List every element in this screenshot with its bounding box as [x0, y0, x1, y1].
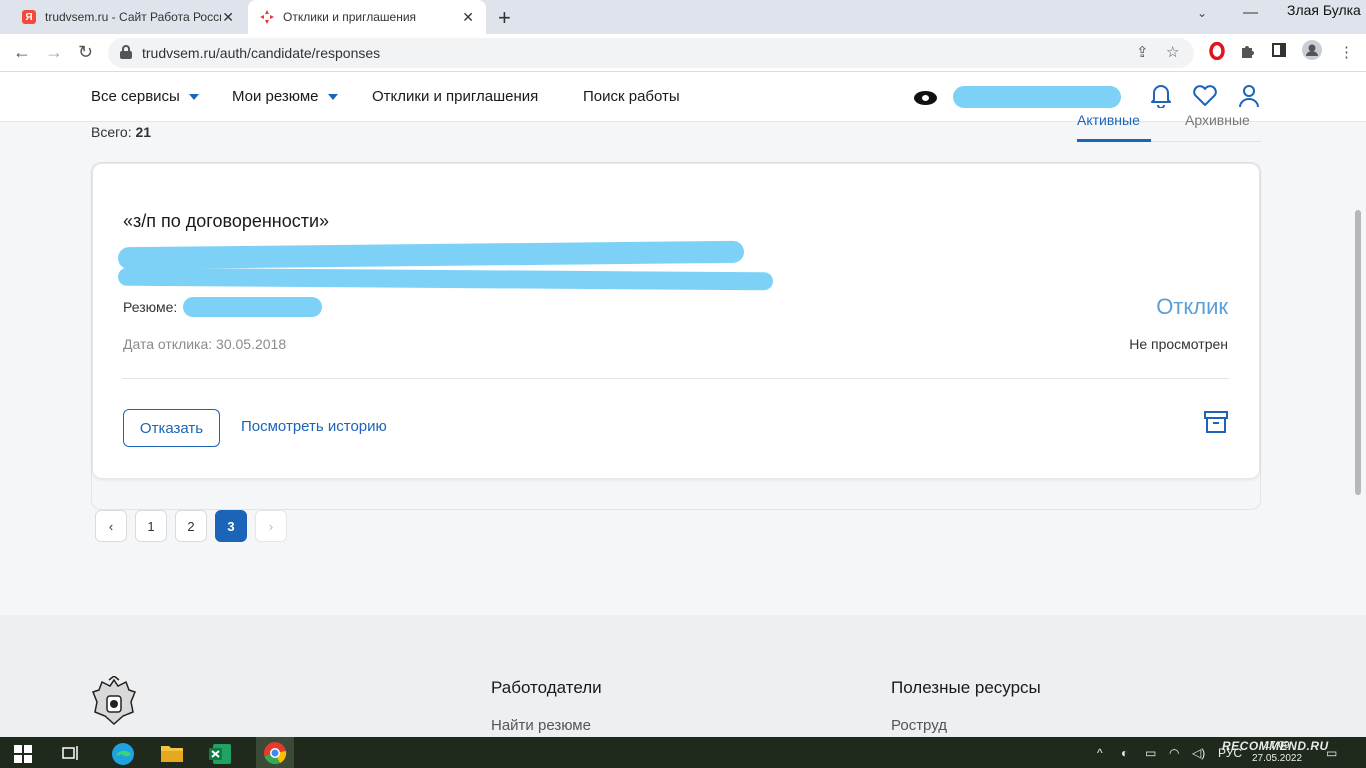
tab-archive[interactable]: Архивные — [1185, 112, 1250, 128]
profile-avatar-icon[interactable] — [1302, 40, 1322, 64]
windows-start-icon[interactable] — [14, 745, 36, 767]
trudvsem-logo-icon — [260, 10, 274, 24]
page-scrollbar[interactable] — [1355, 210, 1361, 495]
redacted-resume-name[interactable] — [183, 297, 322, 317]
heart-icon[interactable] — [1192, 85, 1218, 112]
meet-icon[interactable]: ◐ — [1121, 746, 1128, 760]
user-icon[interactable] — [1238, 84, 1260, 113]
footer-link-find-resume[interactable]: Найти резюме — [491, 717, 591, 734]
next-page-button[interactable]: › — [255, 510, 287, 542]
footer-link-rostrud[interactable]: Роструд — [891, 717, 947, 734]
total-value: 21 — [135, 124, 152, 140]
share-icon[interactable]: ⇪ — [1136, 43, 1149, 61]
card-divider — [122, 378, 1229, 379]
excel-icon[interactable] — [209, 742, 231, 764]
caret-down-icon — [188, 93, 199, 100]
response-type: Отклик — [1156, 294, 1228, 319]
nav-my-resumes[interactable]: Мои резюме — [232, 88, 338, 105]
eye-icon[interactable] — [914, 91, 937, 105]
wifi-icon[interactable]: ◠ — [1169, 746, 1179, 760]
extensions-puzzle-icon[interactable] — [1240, 43, 1256, 63]
battery-icon[interactable]: ▭ — [1145, 746, 1156, 760]
volume-icon[interactable]: ◁) — [1192, 746, 1205, 760]
windows-taskbar: ^ ◐ ▭ ◠ ◁) РУС 17:09 27.05.2022 ▭ — [0, 737, 1366, 768]
close-tab-icon[interactable]: ✕ — [222, 9, 234, 26]
page-button[interactable]: 2 — [175, 510, 207, 542]
opera-icon[interactable] — [1209, 41, 1225, 64]
response-status: Не просмотрен — [1129, 336, 1228, 352]
salary-text: «з/п по договоренности» — [123, 211, 330, 231]
current-page-button[interactable]: 3 — [215, 510, 247, 542]
site-footer — [0, 615, 1366, 737]
reload-icon[interactable]: ↻ — [78, 42, 93, 63]
view-history-link[interactable]: Посмотреть историю — [241, 418, 387, 435]
nav-label: Поиск работы — [583, 88, 680, 105]
bell-icon[interactable] — [1150, 82, 1172, 113]
yandex-icon: Я — [22, 10, 36, 24]
file-explorer-icon[interactable] — [160, 742, 183, 764]
resume-label: Резюме: — [123, 299, 178, 315]
nav-label: Отклики и приглашения — [372, 88, 539, 105]
responses-tabs: Активные Архивные — [1077, 112, 1261, 142]
archive-box-icon[interactable] — [1204, 411, 1228, 438]
nav-all-services[interactable]: Все сервисы — [91, 88, 199, 105]
task-view-icon[interactable] — [62, 745, 84, 767]
watermark-text: RECOMMEND.RU — [1222, 739, 1329, 753]
chevron-down-icon[interactable]: ⌄ — [1197, 6, 1207, 20]
minimize-icon[interactable]: — — [1243, 4, 1258, 21]
nav-label: Мои резюме — [232, 88, 319, 105]
back-arrow-icon[interactable]: ← — [13, 42, 31, 63]
decline-button[interactable]: Отказать — [123, 409, 220, 447]
caret-down-icon — [327, 93, 338, 100]
profile-name: Злая Булка — [1287, 2, 1361, 18]
nav-responses[interactable]: Отклики и приглашения — [372, 88, 538, 105]
tab-title: Отклики и приглашения — [283, 10, 417, 24]
tab-active[interactable]: Активные — [1077, 112, 1151, 142]
page-button[interactable]: 1 — [135, 510, 167, 542]
bookmark-star-icon[interactable]: ☆ — [1166, 43, 1179, 61]
tab-title: trudvsem.ru - Сайт Работа России — [45, 10, 221, 24]
address-bar-row: ← → ↻ trudvsem.ru/auth/candidate/respons… — [0, 34, 1366, 72]
browser-tab[interactable]: Я trudvsem.ru - Сайт Работа России ✕ — [8, 0, 246, 34]
nav-job-search[interactable]: Поиск работы — [583, 88, 680, 105]
side-panel-icon[interactable] — [1272, 43, 1286, 61]
tray-chevron-up-icon[interactable]: ^ — [1097, 746, 1103, 760]
kebab-menu-icon[interactable]: ⋮ — [1339, 43, 1354, 61]
nav-label: Все сервисы — [91, 88, 180, 105]
total-label: Всего: — [91, 124, 132, 140]
url-text[interactable]: trudvsem.ru/auth/candidate/responses — [142, 45, 380, 61]
prev-page-button[interactable]: ‹ — [95, 510, 127, 542]
browser-tab-strip: Я trudvsem.ru - Сайт Работа России ✕ Отк… — [0, 0, 1366, 34]
clock-date: 27.05.2022 — [1252, 753, 1303, 764]
lock-icon — [120, 45, 132, 59]
new-tab-icon[interactable]: + — [498, 5, 511, 31]
forward-arrow-icon[interactable]: → — [45, 42, 63, 63]
response-date: Дата отклика: 30.05.2018 — [123, 336, 287, 352]
redacted-username — [953, 86, 1121, 108]
coat-of-arms-logo — [91, 675, 137, 731]
chrome-taskbar-button[interactable] — [256, 737, 294, 768]
close-tab-icon[interactable]: ✕ — [462, 9, 474, 26]
omnibox[interactable]: trudvsem.ru/auth/candidate/responses ⇪ ☆ — [108, 38, 1194, 68]
edge-browser-icon[interactable] — [111, 742, 134, 765]
tab-label: Архивные — [1185, 112, 1250, 128]
tab-label: Активные — [1077, 112, 1140, 128]
footer-heading-employers: Работодатели — [491, 678, 602, 697]
browser-tab-active[interactable]: Отклики и приглашения ✕ — [248, 0, 486, 34]
total-count: Всего: 21 — [91, 124, 151, 140]
footer-heading-resources: Полезные ресурсы — [891, 678, 1041, 697]
